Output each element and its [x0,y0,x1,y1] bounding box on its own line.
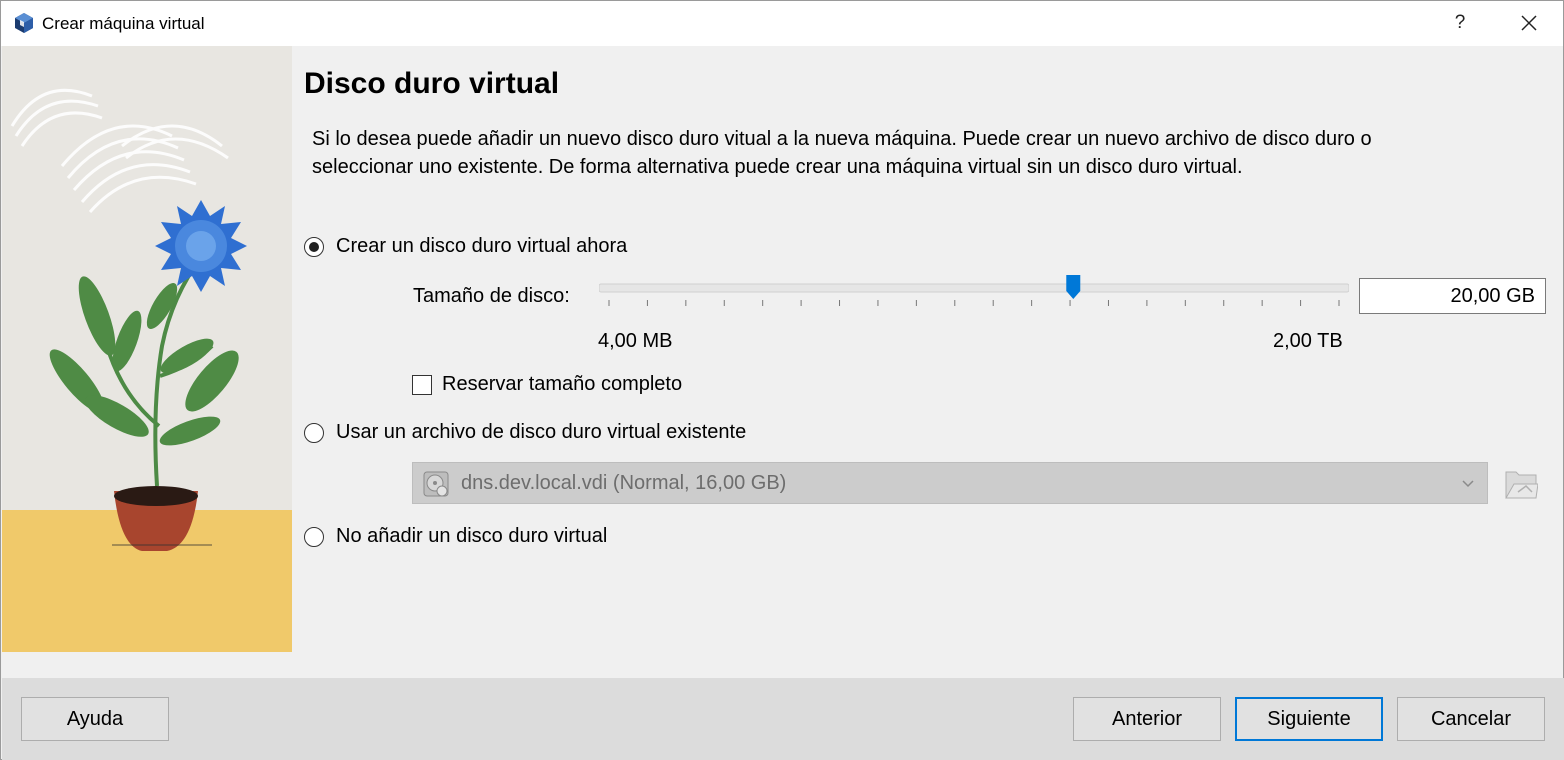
existing-disk-select[interactable]: dns.dev.local.vdi (Normal, 16,00 GB) [412,462,1488,504]
next-button[interactable]: Siguiente [1235,697,1383,741]
create-disk-label[interactable]: Crear un disco duro virtual ahora [336,235,627,258]
wizard-illustration [2,46,292,652]
slider-min-label: 4,00 MB [598,330,673,352]
use-existing-label[interactable]: Usar un archivo de disco duro virtual ex… [336,421,746,444]
virtualbox-icon [15,13,33,33]
cancel-button[interactable]: Cancelar [1397,697,1545,741]
use-existing-radio[interactable] [304,423,324,443]
folder-icon[interactable] [1504,464,1538,500]
no-disk-label[interactable]: No añadir un disco duro virtual [336,525,607,548]
reserve-full-size-label[interactable]: Reservar tamaño completo [442,373,682,396]
page-description: Si lo desea puede añadir un nuevo disco … [312,128,1372,178]
dialog-window: Crear máquina virtual ? Disco duro virtu… [0,0,1564,760]
page-title: Disco duro virtual [304,67,560,100]
help-title-button[interactable]: ? [1448,9,1472,37]
slider-handle[interactable] [1066,275,1081,299]
existing-disk-value: dns.dev.local.vdi (Normal, 16,00 GB) [461,472,787,494]
chevron-down-icon [1462,480,1474,488]
reserve-full-size-checkbox[interactable] [412,375,432,395]
button-bar: Ayuda Anterior Siguiente Cancelar [2,678,1564,760]
back-button[interactable]: Anterior [1073,697,1221,741]
disk-size-label: Tamaño de disco: [413,285,570,307]
slider-ticks [608,300,1340,306]
slider-max-label: 2,00 TB [1273,330,1343,352]
title-bar: Crear máquina virtual ? [1,1,1563,46]
help-button[interactable]: Ayuda [21,697,169,741]
disk-size-input[interactable]: 20,00 GB [1359,278,1546,314]
disk-size-slider[interactable] [599,271,1349,315]
close-icon[interactable] [1515,9,1543,37]
hard-disk-icon [423,471,449,497]
create-disk-radio[interactable] [304,237,324,257]
no-disk-radio[interactable] [304,527,324,547]
window-title: Crear máquina virtual [42,14,205,33]
